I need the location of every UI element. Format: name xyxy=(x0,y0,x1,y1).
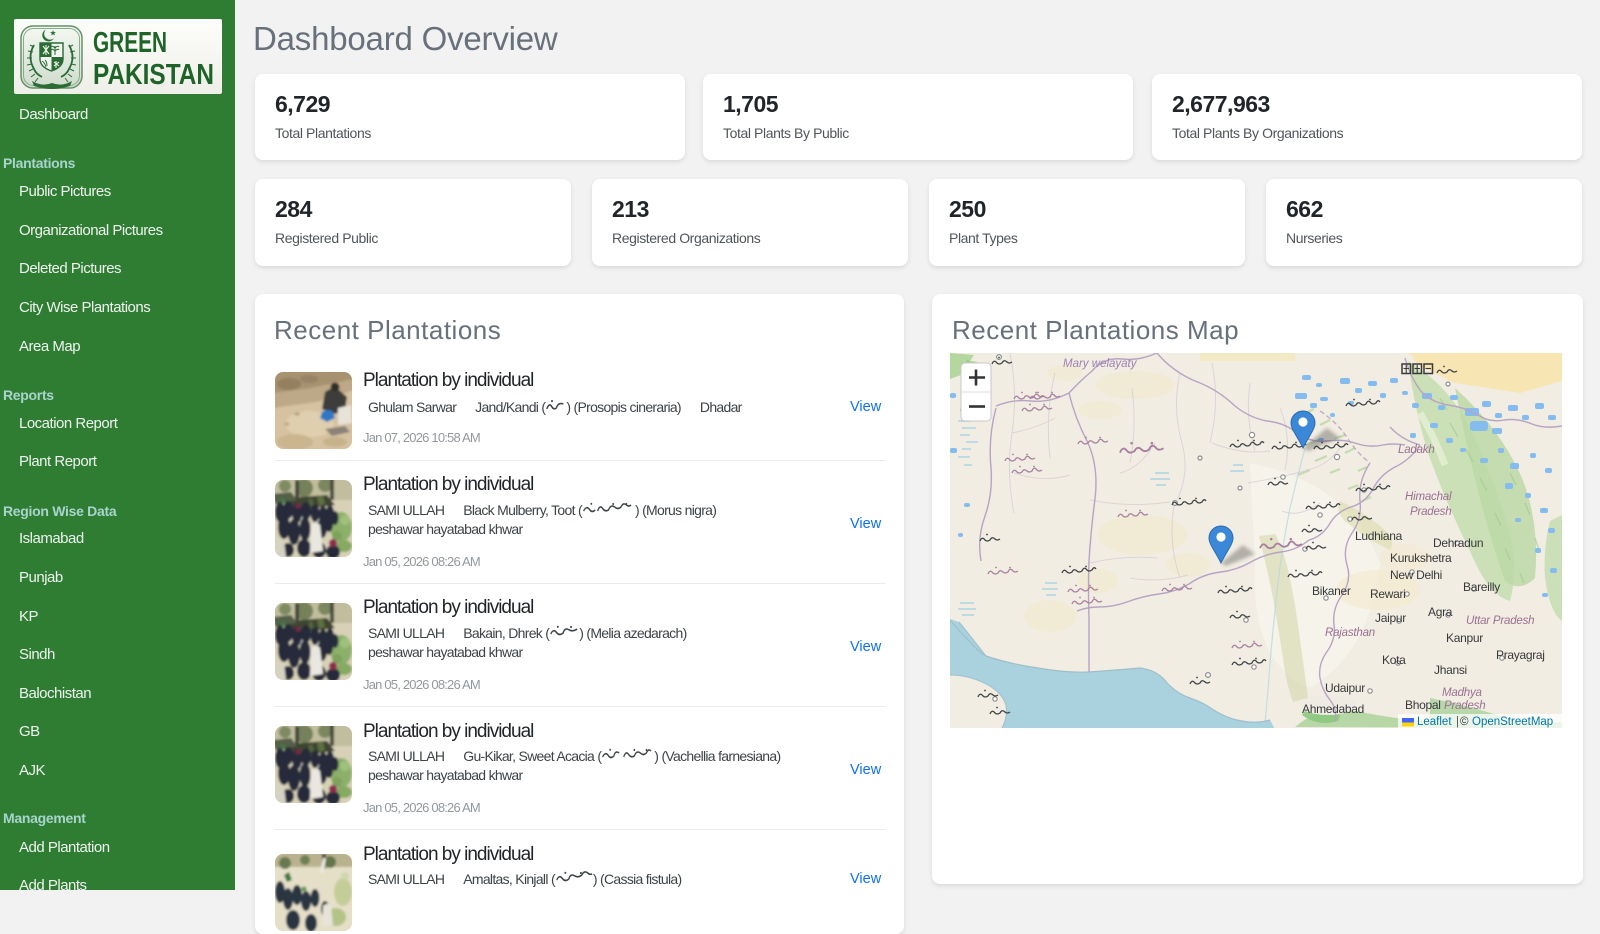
svg-text:|: | xyxy=(1456,716,1459,728)
svg-text:Rajasthan: Rajasthan xyxy=(1325,627,1375,639)
svg-text:Pradesh: Pradesh xyxy=(1410,506,1451,518)
svg-text:©: © xyxy=(1460,716,1469,728)
svg-text:Leaflet: Leaflet xyxy=(1417,716,1452,728)
svg-text:Ludhiana: Ludhiana xyxy=(1355,529,1403,543)
svg-text:Rewari: Rewari xyxy=(1370,587,1406,601)
svg-text:Pradesh: Pradesh xyxy=(1444,700,1485,712)
svg-text:Mary welayaty: Mary welayaty xyxy=(1063,358,1138,370)
svg-text:PAKISTAN: PAKISTAN xyxy=(93,59,214,91)
svg-text:Kota: Kota xyxy=(1382,653,1406,667)
svg-text:Madhya: Madhya xyxy=(1442,687,1482,699)
svg-text:Jaipur: Jaipur xyxy=(1375,611,1406,625)
svg-text:Dehradun: Dehradun xyxy=(1433,536,1483,550)
svg-text:Kurukshetra: Kurukshetra xyxy=(1390,551,1452,565)
svg-text:Ahmedabad: Ahmedabad xyxy=(1302,702,1364,716)
svg-text:Agra: Agra xyxy=(1428,605,1453,619)
svg-text:Ladakh: Ladakh xyxy=(1398,444,1435,456)
svg-text:OpenStreetMap: OpenStreetMap xyxy=(1472,716,1553,728)
svg-text:Prayagraj: Prayagraj xyxy=(1496,648,1545,662)
svg-text:Uttar Pradesh: Uttar Pradesh xyxy=(1466,615,1534,627)
svg-text:New Delhi: New Delhi xyxy=(1390,568,1442,582)
svg-text:Kanpur: Kanpur xyxy=(1446,631,1483,645)
svg-text:Bikaner: Bikaner xyxy=(1312,584,1351,598)
svg-text:Bhopal: Bhopal xyxy=(1405,698,1441,712)
svg-text:GREEN: GREEN xyxy=(93,27,167,59)
svg-text:Bareilly: Bareilly xyxy=(1463,580,1500,594)
svg-text:Himachal: Himachal xyxy=(1405,491,1452,503)
svg-text:Jhansi: Jhansi xyxy=(1434,663,1467,677)
svg-text:Udaipur: Udaipur xyxy=(1325,681,1365,695)
